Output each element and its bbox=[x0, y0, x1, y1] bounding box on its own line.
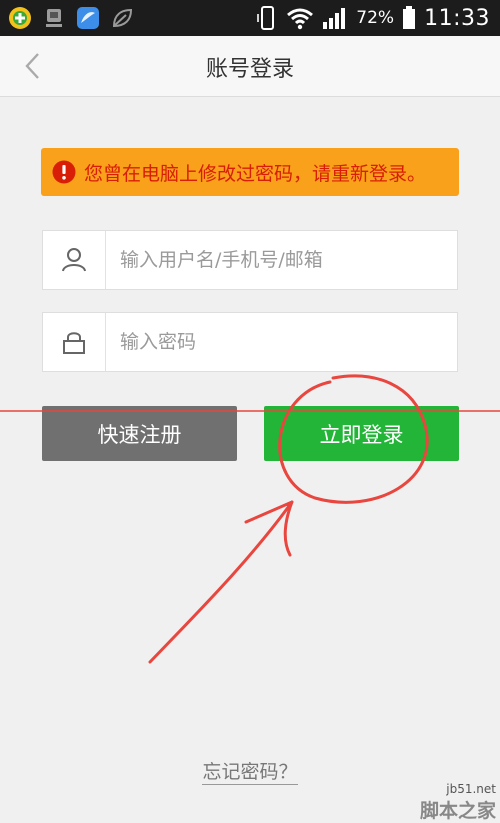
password-changed-alert: 您曾在电脑上修改过密码，请重新登录。 bbox=[41, 148, 459, 196]
user-icon bbox=[62, 248, 86, 272]
wifi-icon bbox=[287, 8, 314, 30]
password-icon-cell bbox=[43, 313, 106, 371]
exclamation-icon bbox=[52, 160, 76, 184]
page-title: 账号登录 bbox=[205, 57, 294, 82]
vibrate-icon bbox=[257, 6, 275, 30]
battery-percent: 72% bbox=[356, 8, 395, 28]
title-bar: 账号登录 bbox=[0, 36, 500, 97]
clock: 11:33 bbox=[424, 5, 490, 31]
signal-icon bbox=[323, 8, 346, 29]
app-360-icon bbox=[9, 7, 31, 29]
password-field bbox=[42, 312, 458, 372]
watermark-name: 脚本之家 bbox=[419, 800, 496, 822]
forgot-password-link[interactable]: 忘记密码？ bbox=[202, 761, 298, 785]
status-bar: 72% 11:33 bbox=[0, 0, 500, 36]
battery-icon bbox=[403, 6, 416, 29]
username-field bbox=[42, 230, 458, 290]
system-status: 72% 11:33 bbox=[256, 4, 490, 32]
lock-icon bbox=[63, 332, 85, 354]
annotation-arrow bbox=[148, 500, 294, 664]
leaf-icon bbox=[112, 8, 133, 28]
login-button[interactable]: 立即登录 bbox=[264, 406, 459, 461]
notification-icons bbox=[8, 6, 134, 30]
username-input[interactable] bbox=[106, 230, 457, 290]
alert-message: 您曾在电脑上修改过密码，请重新登录。 bbox=[84, 162, 427, 185]
password-input[interactable] bbox=[106, 312, 457, 372]
watermark-site: jb51.net bbox=[446, 782, 496, 796]
app-blue-icon bbox=[77, 7, 99, 29]
quick-register-button[interactable]: 快速注册 bbox=[42, 406, 237, 461]
forgot-password-row: 忘记密码？ bbox=[0, 757, 500, 785]
app-gray-icon bbox=[46, 9, 62, 27]
username-icon-cell bbox=[43, 231, 106, 289]
